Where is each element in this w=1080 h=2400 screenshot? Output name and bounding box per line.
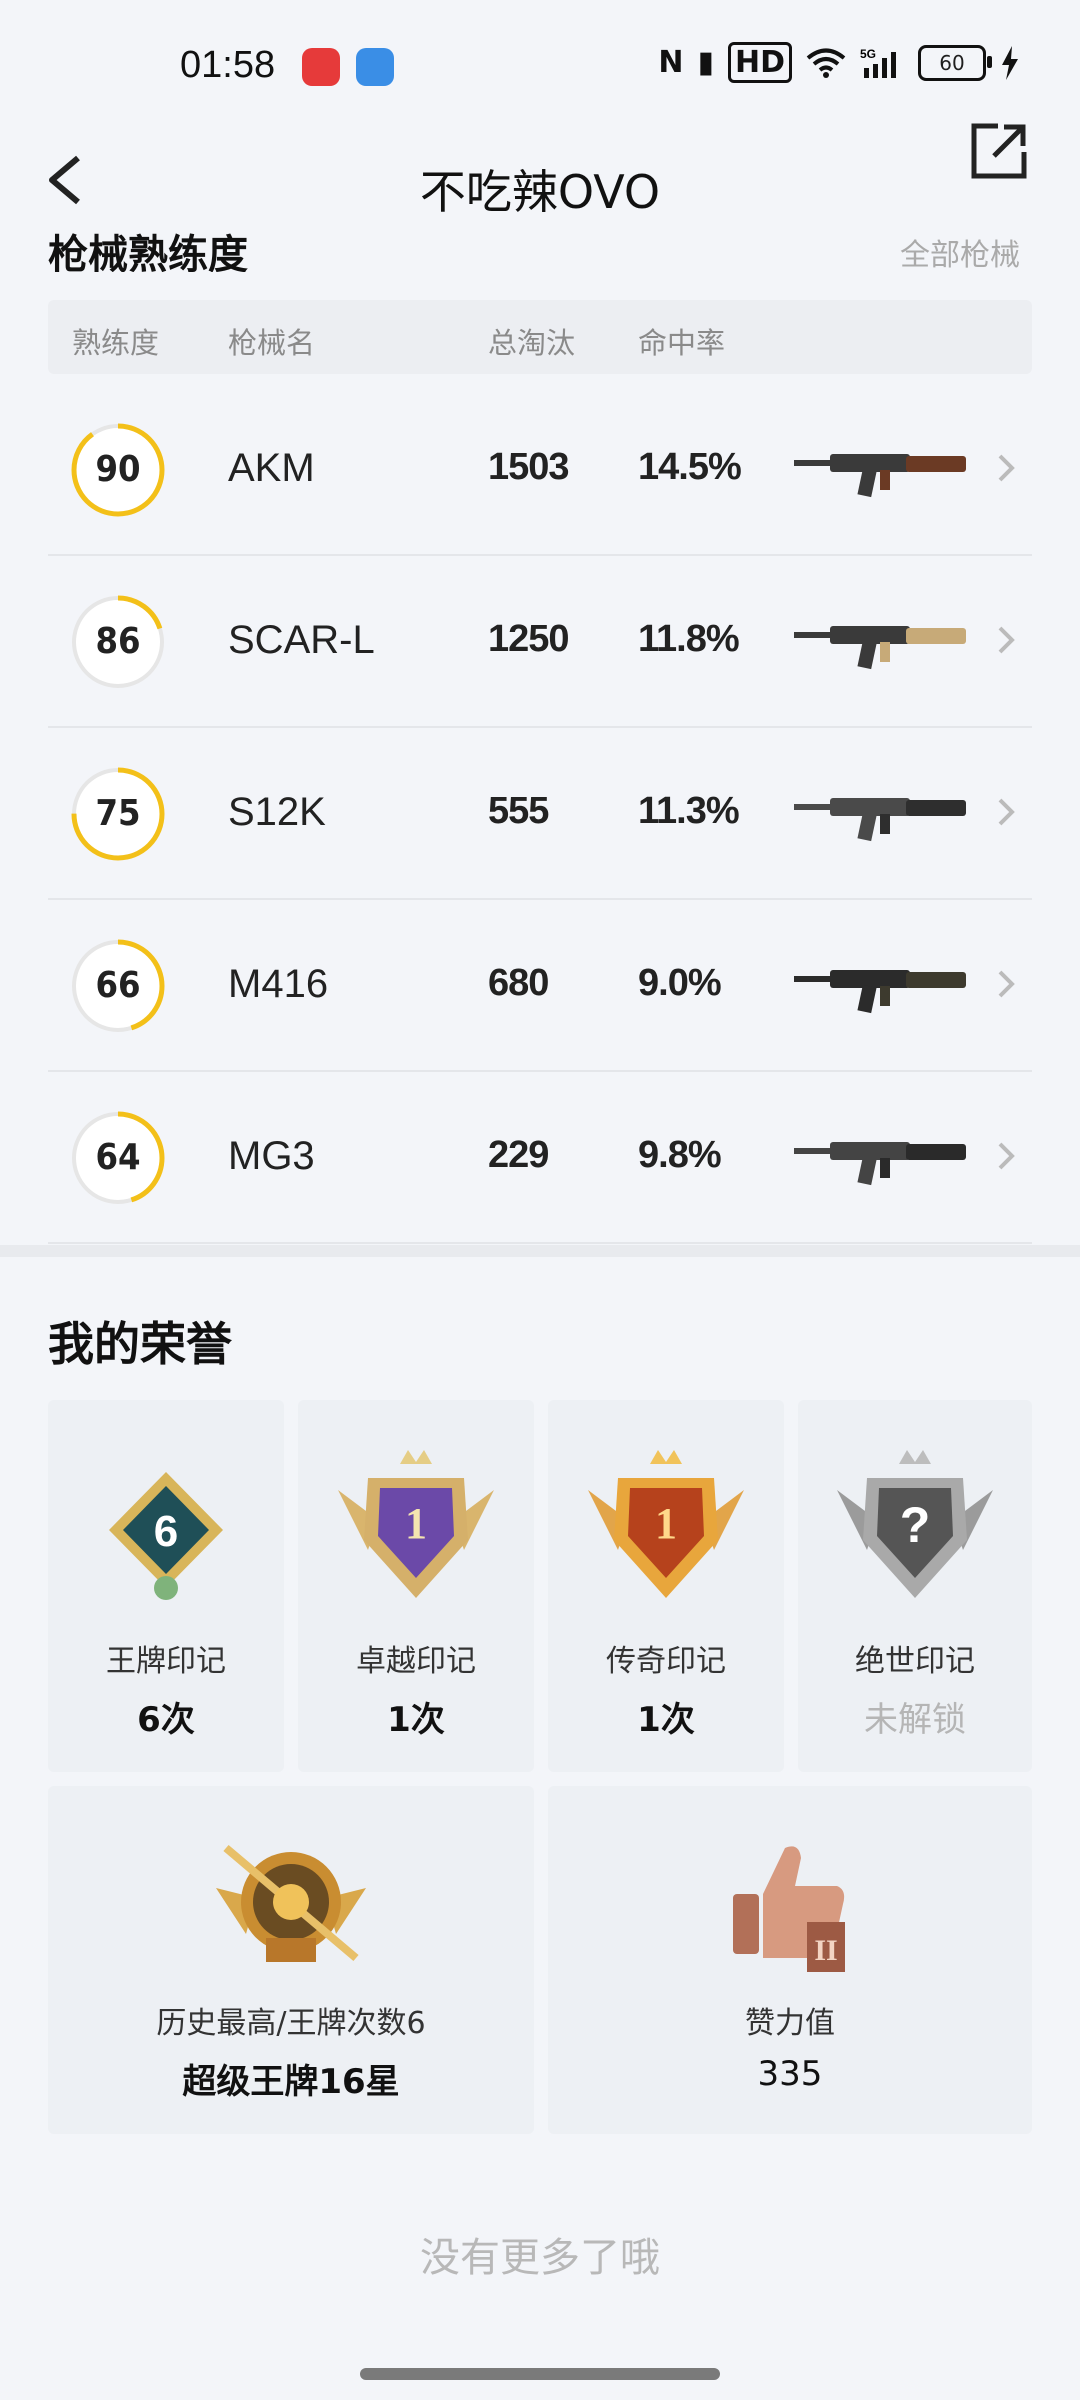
honor-label: 王牌印记 xyxy=(106,1644,226,1679)
weapon-hit-rate: 11.8% xyxy=(638,618,740,660)
likes-value: 335 xyxy=(757,2054,823,2094)
proficiency-value: 90 xyxy=(95,449,141,490)
chevron-right-icon[interactable] xyxy=(994,450,1018,486)
weapon-hit-rate: 14.5% xyxy=(638,446,742,488)
weapon-hit-rate: 9.8% xyxy=(638,1134,722,1176)
proficiency-ring: 66 xyxy=(70,938,166,1034)
highest-rank-label: 历史最高/王牌次数6 xyxy=(156,2006,426,2041)
col-hit-rate: 命中率 xyxy=(638,326,726,360)
super-ace-rank-icon xyxy=(216,1844,366,1962)
ace-mark-number: 6 xyxy=(154,1507,178,1556)
weapon-image-icon xyxy=(794,1142,966,1186)
highest-rank-value: 超级王牌16星 xyxy=(182,2062,400,2102)
excellent-mark-icon: 1 xyxy=(338,1450,494,1598)
honor-label: 卓越印记 xyxy=(356,1644,476,1679)
peerless-mark-symbol: ? xyxy=(900,1497,931,1553)
honor-card-excellent[interactable]: 1 卓越印记 1次 xyxy=(298,1400,534,1772)
honor-value: 1次 xyxy=(387,1700,445,1740)
chevron-right-icon[interactable] xyxy=(994,1138,1018,1174)
weapon-row[interactable]: 75 S12K 555 11.3% xyxy=(48,728,1032,900)
svg-text:II: II xyxy=(814,1934,837,1967)
chevron-right-icon[interactable] xyxy=(994,794,1018,830)
honor-value: 6次 xyxy=(137,1700,195,1740)
gallery-app-icon xyxy=(356,48,394,86)
status-time: 01:58 xyxy=(180,44,276,86)
battery-icon: 60 xyxy=(918,44,992,81)
5g-signal-icon: 5G xyxy=(860,47,896,78)
home-indicator[interactable] xyxy=(360,2368,720,2380)
weapon-image-icon xyxy=(794,626,966,670)
vibrate-icon: ▮ xyxy=(697,45,714,80)
weapon-image-icon xyxy=(794,798,966,842)
honor-card-ace[interactable]: 6 王牌印记 6次 xyxy=(48,1400,284,1772)
weapon-image-icon xyxy=(794,454,966,498)
proficiency-ring: 64 xyxy=(70,1110,166,1206)
proficiency-value: 86 xyxy=(95,621,141,662)
proficiency-value: 64 xyxy=(95,1137,141,1178)
weapon-section-header: 枪械熟练度 全部枪械 xyxy=(48,222,1032,272)
status-bar: 01:58 N ▮ HD 5G 60 xyxy=(0,0,1080,130)
weapon-name: S12K xyxy=(228,790,326,834)
weapon-name: M416 xyxy=(228,962,329,1006)
honor-card-legend[interactable]: 1 传奇印记 1次 xyxy=(548,1400,784,1772)
weapon-name: MG3 xyxy=(228,1134,315,1178)
proficiency-value: 75 xyxy=(95,793,141,834)
weapon-section-title: 枪械熟练度 xyxy=(48,232,248,272)
proficiency-ring: 75 xyxy=(70,766,166,862)
share-icon[interactable] xyxy=(970,122,1028,180)
peerless-mark-locked-icon: ? xyxy=(837,1450,993,1598)
weapon-kills: 1250 xyxy=(488,618,570,660)
col-weapon-name: 枪械名 xyxy=(228,326,316,360)
weapon-kills: 680 xyxy=(488,962,549,1004)
weapon-kills: 555 xyxy=(488,790,549,832)
honor-label: 传奇印记 xyxy=(606,1644,726,1679)
excellent-mark-number: 1 xyxy=(405,1499,427,1548)
weapon-kills: 1503 xyxy=(488,446,570,488)
nfc-icon: N xyxy=(658,45,684,80)
honor-value-locked: 未解锁 xyxy=(864,1700,966,1740)
proficiency-ring: 86 xyxy=(70,594,166,690)
highest-rank-card[interactable]: 历史最高/王牌次数6 超级王牌16星 xyxy=(48,1786,534,2134)
likes-label: 赞力值 xyxy=(745,2006,835,2041)
weapon-hit-rate: 9.0% xyxy=(638,962,722,1004)
legend-mark-number: 1 xyxy=(655,1499,677,1548)
honor-card-peerless[interactable]: ? 绝世印记 未解锁 xyxy=(798,1400,1032,1772)
weapon-row[interactable]: 64 MG3 229 9.8% xyxy=(48,1072,1032,1244)
col-proficiency: 熟练度 xyxy=(72,326,160,360)
legend-mark-icon: 1 xyxy=(588,1450,744,1598)
chevron-right-icon[interactable] xyxy=(994,966,1018,1002)
proficiency-ring: 90 xyxy=(70,422,166,518)
all-weapons-link[interactable]: 全部枪械 xyxy=(900,230,1020,272)
weapon-row[interactable]: 66 M416 680 9.0% xyxy=(48,900,1032,1072)
charging-icon xyxy=(1002,45,1018,80)
likes-card[interactable]: II 赞力值 335 xyxy=(548,1786,1032,2134)
svg-text:5G: 5G xyxy=(860,47,876,61)
battery-level: 60 xyxy=(939,50,965,75)
honor-label: 绝世印记 xyxy=(855,1644,975,1679)
weapon-image-icon xyxy=(794,970,966,1014)
weapon-table-header: 熟练度 枪械名 总淘汰 命中率 xyxy=(48,300,1032,374)
weapon-name: SCAR-L xyxy=(228,618,375,662)
honor-value: 1次 xyxy=(637,1700,695,1740)
no-more-text: 没有更多了哦 xyxy=(420,2235,660,2281)
hd-icon: HD xyxy=(727,42,792,83)
ace-mark-icon: 6 xyxy=(109,1472,223,1600)
thumbs-up-icon: II xyxy=(733,1846,845,1972)
section-divider xyxy=(0,1245,1080,1257)
weapon-kills: 229 xyxy=(488,1134,549,1176)
weapon-row[interactable]: 86 SCAR-L 1250 11.8% xyxy=(48,556,1032,728)
col-total-kills: 总淘汰 xyxy=(488,326,576,360)
weapon-hit-rate: 11.3% xyxy=(638,790,740,832)
status-icons: N ▮ HD 5G 60 xyxy=(658,42,1020,83)
red-app-icon xyxy=(302,48,340,86)
weapon-row[interactable]: 90 AKM 1503 14.5% xyxy=(48,384,1032,556)
honor-section-title: 我的荣誉 xyxy=(48,1317,232,1371)
weapon-name: AKM xyxy=(228,446,315,490)
wifi-icon xyxy=(806,48,846,78)
proficiency-value: 66 xyxy=(95,965,141,1006)
chevron-right-icon[interactable] xyxy=(994,622,1018,658)
page-title: 不吃辣OVO xyxy=(419,165,661,219)
